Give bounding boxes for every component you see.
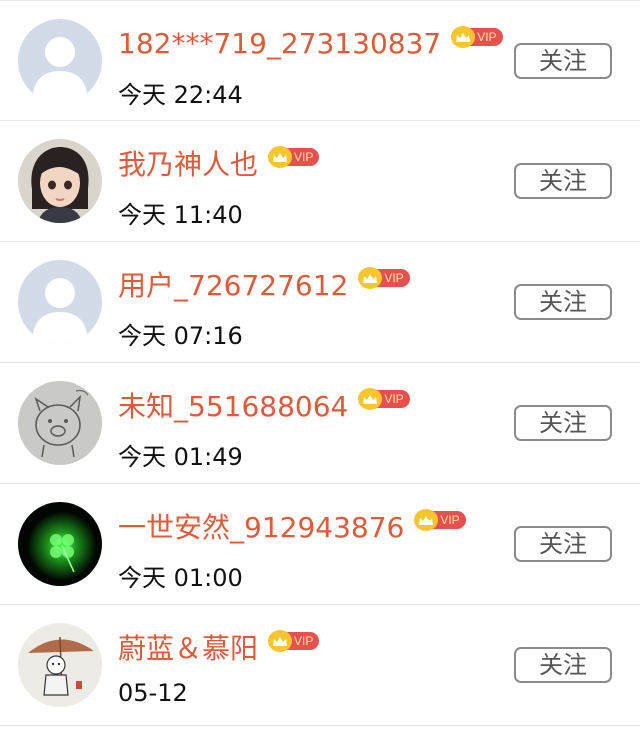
list-item[interactable]: 我乃神人也 VIP 今天 11:40 关注 bbox=[0, 121, 640, 242]
follow-time: 今天 01:00 bbox=[118, 564, 243, 592]
follow-time: 今天 01:49 bbox=[118, 443, 243, 471]
avatar[interactable] bbox=[18, 502, 102, 586]
default-avatar-icon bbox=[18, 19, 102, 103]
avatar[interactable] bbox=[18, 381, 102, 465]
girl-avatar-icon bbox=[18, 139, 102, 223]
avatar[interactable] bbox=[18, 260, 102, 344]
list-item[interactable]: 用户_726727612 VIP 今天 07:16 关注 bbox=[0, 242, 640, 363]
username[interactable]: 蔚蓝＆慕阳 bbox=[118, 627, 258, 667]
follow-time: 今天 07:16 bbox=[118, 322, 243, 350]
follow-button[interactable]: 关注 bbox=[514, 405, 612, 441]
follow-button[interactable]: 关注 bbox=[514, 163, 612, 199]
list-item[interactable]: 未知_551688064 VIP 今天 01:49 关注 bbox=[0, 363, 640, 484]
follow-button[interactable]: 关注 bbox=[514, 43, 612, 79]
follow-button[interactable]: 关注 bbox=[514, 526, 612, 562]
cartoon-umbrella-avatar-icon bbox=[18, 623, 102, 707]
name-line: 182***719_273130837 VIP bbox=[118, 23, 503, 63]
list-item[interactable]: 蔚蓝＆慕阳 VIP 05-12 关注 bbox=[0, 605, 640, 726]
username[interactable]: 我乃神人也 bbox=[118, 143, 258, 183]
crown-icon bbox=[268, 146, 293, 168]
vip-badge: VIP bbox=[358, 267, 410, 289]
name-line: 蔚蓝＆慕阳 VIP bbox=[118, 627, 320, 667]
name-line: 一世安然_912943876 VIP bbox=[118, 506, 466, 546]
username[interactable]: 用户_726727612 bbox=[118, 264, 348, 304]
follow-button[interactable]: 关注 bbox=[514, 284, 612, 320]
list-item[interactable]: 182***719_273130837 VIP 今天 22:44 关注 bbox=[0, 1, 640, 121]
follow-time: 今天 22:44 bbox=[118, 81, 243, 109]
name-line: 我乃神人也 VIP bbox=[118, 143, 320, 183]
follower-list: 182***719_273130837 VIP 今天 22:44 关注 我乃神人… bbox=[0, 0, 640, 740]
list-item[interactable]: 一世安然_912943876 VIP 今天 01:00 关注 bbox=[0, 484, 640, 605]
vip-badge: VIP bbox=[268, 630, 320, 652]
sketch-pig-avatar-icon bbox=[18, 381, 102, 465]
avatar[interactable] bbox=[18, 139, 102, 223]
avatar[interactable] bbox=[18, 19, 102, 103]
follow-button[interactable]: 关注 bbox=[514, 647, 612, 683]
follow-time: 05-12 bbox=[118, 679, 188, 707]
vip-badge: VIP bbox=[414, 509, 466, 531]
username[interactable]: 一世安然_912943876 bbox=[118, 506, 404, 546]
follow-time: 今天 11:40 bbox=[118, 201, 243, 229]
crown-icon bbox=[268, 630, 293, 652]
username[interactable]: 未知_551688064 bbox=[118, 385, 348, 425]
vip-badge: VIP bbox=[451, 26, 503, 48]
vip-badge: VIP bbox=[268, 146, 320, 168]
name-line: 未知_551688064 VIP bbox=[118, 385, 410, 425]
name-line: 用户_726727612 VIP bbox=[118, 264, 410, 304]
vip-badge: VIP bbox=[358, 388, 410, 410]
username[interactable]: 182***719_273130837 bbox=[118, 27, 441, 60]
green-clover-avatar-icon bbox=[18, 502, 102, 586]
default-avatar-icon bbox=[18, 260, 102, 344]
avatar[interactable] bbox=[18, 623, 102, 707]
